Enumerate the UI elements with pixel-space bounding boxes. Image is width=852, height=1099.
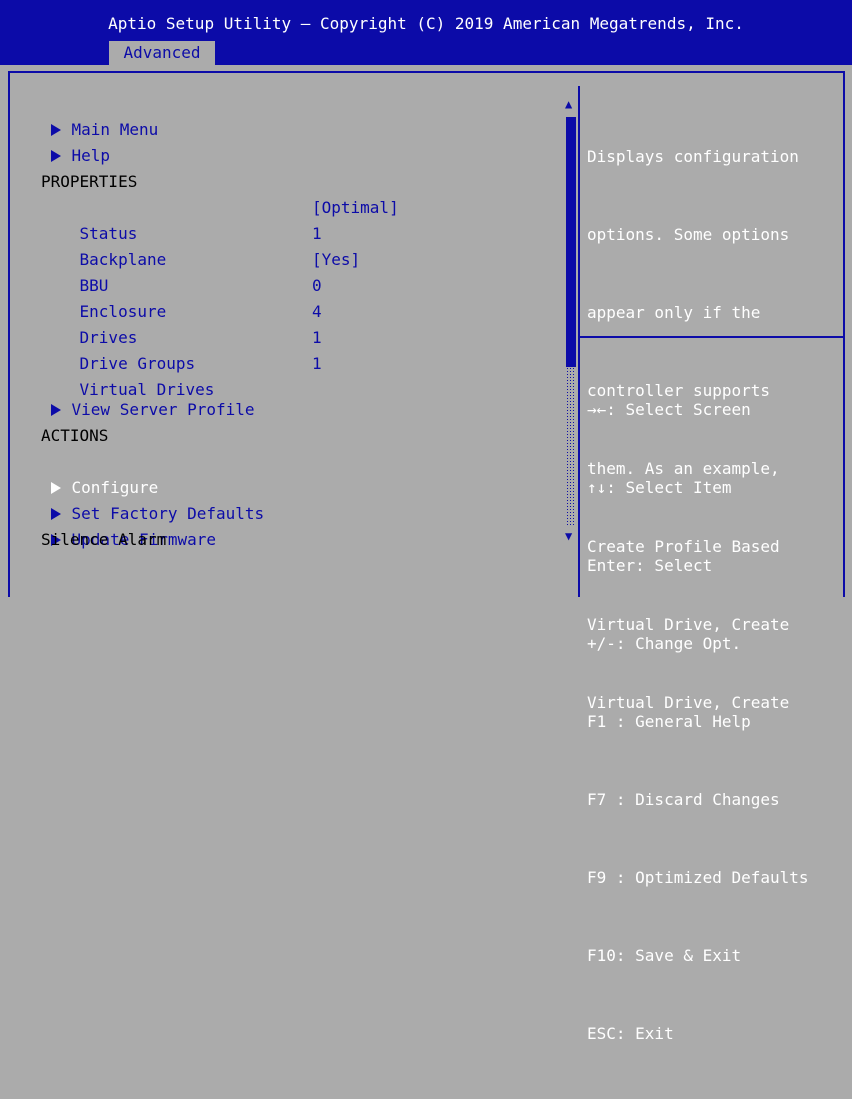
key-hint: F9 : Optimized Defaults [587, 868, 809, 887]
menu-item-configure[interactable]: Configure [12, 449, 158, 497]
key-hint: ↑↓: Select Item [587, 478, 732, 497]
property-value: 4 [312, 302, 322, 321]
key-hint: F1 : General Help [587, 712, 751, 731]
menu-item-update-firmware[interactable]: Update Firmware [12, 501, 216, 549]
scrollbar-thumb[interactable] [566, 117, 576, 367]
menu-item-label: Help [71, 146, 111, 165]
property-value: 1 [312, 354, 322, 373]
menu-item-label: View Server Profile [71, 400, 255, 419]
menu-item-silence-alarm[interactable]: Silence Alarm [41, 527, 166, 553]
key-hint: F7 : Discard Changes [587, 790, 780, 809]
key-hint: →←: Select Screen [587, 400, 751, 419]
key-legend: →←: Select Screen ↑↓: Select Item Enter:… [587, 345, 809, 1099]
key-hint: F10: Save & Exit [587, 946, 742, 965]
submenu-arrow-icon [50, 403, 61, 416]
scroll-down-icon[interactable]: ▼ [565, 529, 572, 543]
menu-item-view-server-profile[interactable]: View Server Profile [12, 371, 255, 419]
property-status[interactable]: Status [Optimal] [41, 195, 541, 243]
scroll-up-icon[interactable]: ▲ [565, 97, 572, 111]
property-value: 1 [312, 328, 322, 347]
key-hint: +/-: Change Opt. [587, 634, 742, 653]
help-line: appear only if the [587, 303, 761, 322]
frame-top-border [8, 71, 845, 73]
property-value: 1 [312, 224, 322, 243]
property-value: [Optimal] [312, 198, 399, 217]
key-hint: ESC: Exit [587, 1024, 674, 1043]
frame-left-border [8, 71, 10, 597]
help-line: options. Some options [587, 225, 790, 244]
key-hint: Enter: Select [587, 556, 713, 575]
property-bbu[interactable]: BBU [Yes] [41, 247, 541, 295]
property-enclosure: Enclosure 0 [41, 273, 541, 321]
property-backplane: Backplane 1 [41, 221, 541, 269]
property-value: 0 [312, 276, 322, 295]
property-drives: Drives 4 [41, 299, 541, 347]
bios-setup-screen: Aptio Setup Utility – Copyright (C) 2019… [0, 0, 852, 1043]
section-heading-actions: ACTIONS [41, 426, 109, 445]
help-line: Displays configuration [587, 147, 799, 166]
tab-advanced[interactable]: Advanced [109, 41, 215, 65]
header-bar: Aptio Setup Utility – Copyright (C) 2019… [0, 0, 852, 65]
scrollbar-track[interactable] [566, 367, 576, 527]
panel-divider [578, 86, 580, 597]
property-value: [Yes] [312, 250, 361, 269]
property-drive-groups: Drive Groups 1 [41, 325, 541, 373]
submenu-arrow-icon [50, 149, 61, 162]
menu-item-main-menu[interactable]: Main Menu [12, 91, 158, 139]
menu-item-help[interactable]: Help [12, 117, 110, 165]
frame-right-border [843, 71, 845, 597]
section-heading-properties: PROPERTIES [41, 172, 138, 191]
menu-item-set-factory-defaults[interactable]: Set Factory Defaults [12, 475, 264, 523]
setup-title: Aptio Setup Utility – Copyright (C) 2019… [108, 14, 744, 33]
